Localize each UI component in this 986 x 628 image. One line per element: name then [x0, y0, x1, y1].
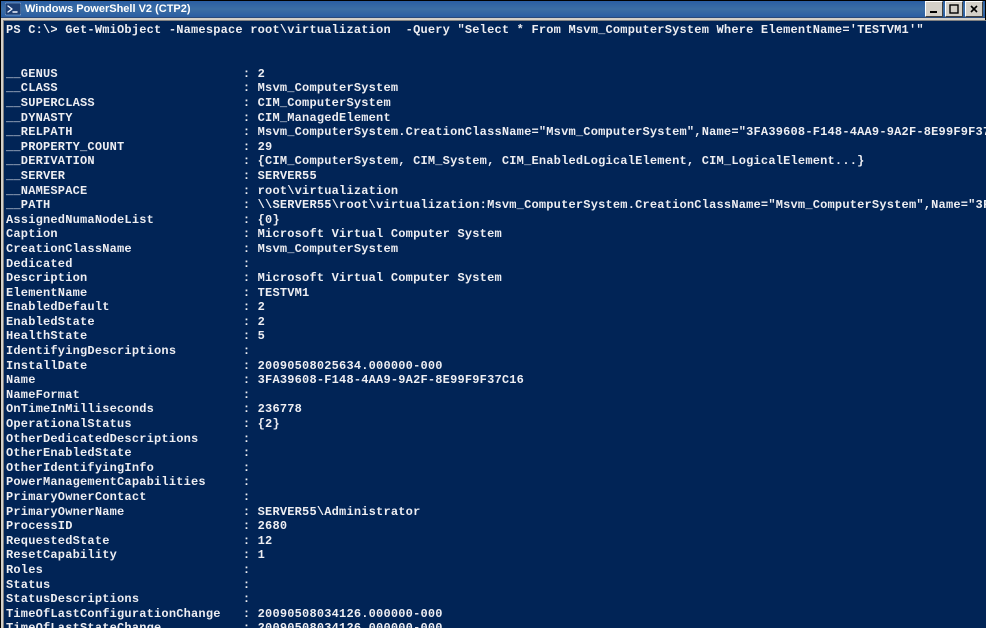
- console-area: PS C:\> Get-WmiObject -Namespace root\vi…: [3, 20, 986, 628]
- powershell-icon: [5, 1, 21, 17]
- window-controls: [923, 1, 983, 17]
- window-frame: Windows PowerShell V2 (CTP2) PS C:\> Get…: [0, 0, 986, 628]
- maximize-button[interactable]: [945, 1, 963, 17]
- window-title: Windows PowerShell V2 (CTP2): [25, 3, 923, 15]
- titlebar[interactable]: Windows PowerShell V2 (CTP2): [1, 1, 985, 18]
- console-output[interactable]: PS C:\> Get-WmiObject -Namespace root\vi…: [4, 21, 986, 628]
- minimize-button[interactable]: [925, 1, 943, 17]
- close-button[interactable]: [965, 1, 983, 17]
- console-frame: PS C:\> Get-WmiObject -Namespace root\vi…: [1, 18, 985, 628]
